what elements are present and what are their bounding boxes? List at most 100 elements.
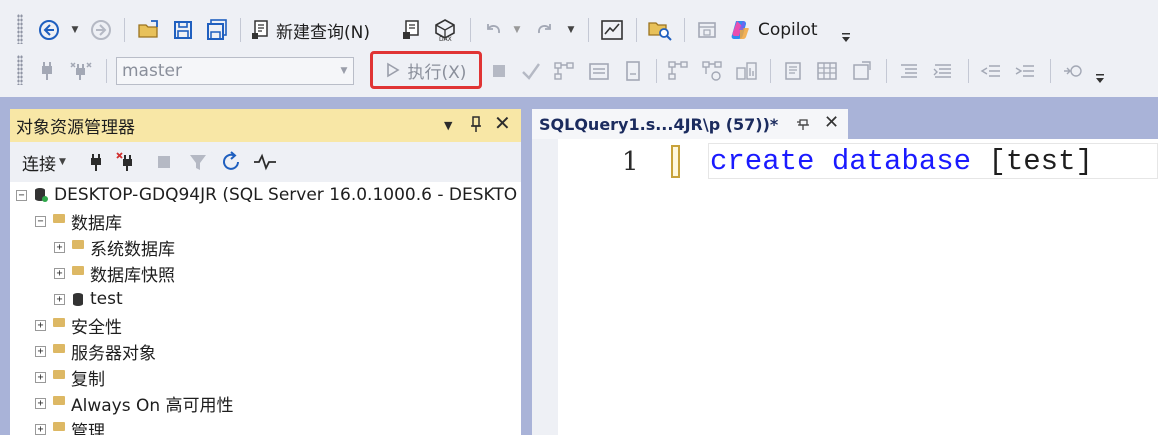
standard-toolbar: ▼ 新建查询(N) DAX ▼ ▼ Copilot — [0, 10, 1158, 50]
close-tab-icon[interactable]: ✕ — [824, 112, 839, 133]
activity-monitor-icon[interactable] — [252, 147, 278, 177]
toolbar-overflow-icon[interactable] — [1092, 63, 1108, 93]
tree-node-database-snapshots[interactable]: + 数据库快照 — [54, 261, 175, 286]
panel-menu-chevron-icon[interactable]: ▼ — [444, 119, 452, 132]
pin-tab-icon[interactable] — [796, 117, 810, 134]
dax-query-icon[interactable]: DAX — [432, 15, 458, 45]
redo-dropdown-icon: ▼ — [567, 25, 575, 35]
query-editor[interactable]: 1 create database [test] — [532, 139, 1158, 435]
connect-plug-icon[interactable] — [86, 147, 106, 177]
toolbar-grip[interactable] — [17, 55, 23, 85]
code-line[interactable]: create database [test] — [710, 145, 1093, 178]
decrease-indent-icon — [978, 56, 1004, 86]
close-icon[interactable]: ✕ — [494, 111, 511, 135]
object-explorer-toolbar: 连接 ▼ — [10, 142, 521, 182]
separator — [886, 59, 887, 83]
separator — [1050, 59, 1051, 83]
test-database-label: test — [90, 289, 123, 309]
toolbar-overflow-icon[interactable] — [838, 22, 854, 52]
tree-node-always-on[interactable]: + Always On 高可用性 — [35, 391, 234, 416]
sql-keywords: create database — [710, 145, 972, 178]
query-editor-tab[interactable]: SQLQuery1.s...4JR\p (57))* ✕ — [532, 109, 848, 139]
change-connection-icon — [68, 56, 94, 86]
collapse-icon[interactable]: − — [16, 189, 27, 201]
connect-dropdown[interactable]: 连接 ▼ — [22, 147, 78, 177]
disconnect-icon[interactable] — [114, 147, 140, 177]
separator — [968, 59, 969, 83]
back-icon[interactable] — [36, 15, 62, 45]
results-to-file-icon — [848, 56, 874, 86]
undo-icon — [480, 15, 506, 45]
chevron-down-icon: ▼ — [340, 66, 348, 76]
save-all-icon[interactable] — [204, 15, 230, 45]
separator — [684, 18, 685, 42]
server-objects-label: 服务器对象 — [71, 343, 156, 364]
expand-icon[interactable]: + — [35, 371, 46, 383]
expand-icon[interactable]: + — [54, 267, 65, 279]
replication-label: 复制 — [71, 369, 105, 390]
execute-button[interactable]: 执行(X) — [370, 51, 482, 89]
copilot-button[interactable]: Copilot — [728, 15, 828, 45]
refresh-icon[interactable] — [218, 147, 244, 177]
filter-icon — [186, 147, 210, 177]
separator — [636, 18, 637, 42]
sql-editor-toolbar: master ▼ 执行(X) — [0, 51, 1158, 91]
folder-icon — [53, 421, 65, 431]
stop-icon — [488, 56, 510, 86]
tree-node-security[interactable]: + 安全性 — [35, 313, 122, 338]
folder-icon — [53, 343, 65, 353]
tree-node-databases[interactable]: − 数据库 — [35, 209, 122, 234]
object-explorer-title-bar: 对象资源管理器 ▼ ✕ — [10, 109, 521, 142]
system-databases-label: 系统数据库 — [90, 239, 175, 260]
copilot-label: Copilot — [758, 20, 818, 40]
expand-icon[interactable]: + — [54, 293, 65, 305]
activity-monitor-icon[interactable] — [598, 15, 626, 45]
line-number: 1 — [622, 147, 639, 177]
management-label: 管理 — [71, 421, 105, 435]
folder-icon — [53, 369, 65, 379]
object-explorer-tree: − DESKTOP-GDQ94JR (SQL Server 16.0.1000.… — [10, 182, 521, 435]
connect-plug-icon — [36, 56, 58, 86]
database-select-value: master — [122, 61, 182, 81]
uncomment-lines-icon — [930, 56, 956, 86]
tree-node-management[interactable]: + 管理 — [35, 417, 105, 435]
database-select[interactable]: master ▼ — [116, 57, 354, 85]
results-to-text-icon — [780, 56, 806, 86]
expand-icon[interactable]: + — [35, 397, 46, 409]
expand-icon[interactable]: + — [35, 345, 46, 357]
back-dropdown-icon[interactable]: ▼ — [68, 15, 82, 45]
query-options-icon — [586, 56, 612, 86]
parse-check-icon — [518, 56, 544, 86]
separator — [106, 59, 107, 83]
mdx-query-icon[interactable] — [398, 15, 424, 45]
expand-icon[interactable]: + — [35, 319, 46, 331]
new-query-button[interactable]: 新建查询(N) — [250, 15, 378, 45]
execute-label: 执行(X) — [407, 62, 467, 83]
specify-template-values-icon — [1060, 56, 1086, 86]
separator — [240, 18, 241, 42]
tree-node-server-objects[interactable]: + 服务器对象 — [35, 339, 156, 364]
toolbar-grip[interactable] — [17, 14, 23, 44]
collapse-icon[interactable]: − — [35, 215, 46, 227]
server-label: DESKTOP-GDQ94JR (SQL Server 16.0.1000.6 … — [54, 185, 518, 205]
object-explorer-search-icon[interactable] — [646, 15, 674, 45]
svg-text:DAX: DAX — [439, 36, 452, 42]
object-explorer-title: 对象资源管理器 — [16, 118, 135, 138]
separator — [588, 18, 589, 42]
open-folder-icon[interactable] — [136, 15, 162, 45]
toolbar-area: ▼ 新建查询(N) DAX ▼ ▼ Copilot master ▼ 执行(X) — [0, 0, 1158, 97]
expand-icon[interactable]: + — [54, 241, 65, 253]
pin-icon[interactable] — [469, 115, 483, 137]
new-query-label: 新建查询(N) — [276, 22, 370, 43]
undo-dropdown-icon: ▼ — [513, 25, 521, 35]
tree-node-system-databases[interactable]: + 系统数据库 — [54, 235, 175, 260]
copilot-icon — [731, 21, 749, 39]
save-icon[interactable] — [170, 15, 196, 45]
tree-node-test-database[interactable]: + test — [54, 287, 123, 311]
expand-icon[interactable]: + — [35, 423, 46, 435]
live-stats-icon — [700, 56, 726, 86]
tree-node-server[interactable]: − DESKTOP-GDQ94JR (SQL Server 16.0.1000.… — [16, 183, 517, 207]
chevron-down-icon: ▼ — [59, 157, 66, 167]
sql-identifier: [test] — [988, 145, 1093, 178]
tree-node-replication[interactable]: + 复制 — [35, 365, 105, 390]
